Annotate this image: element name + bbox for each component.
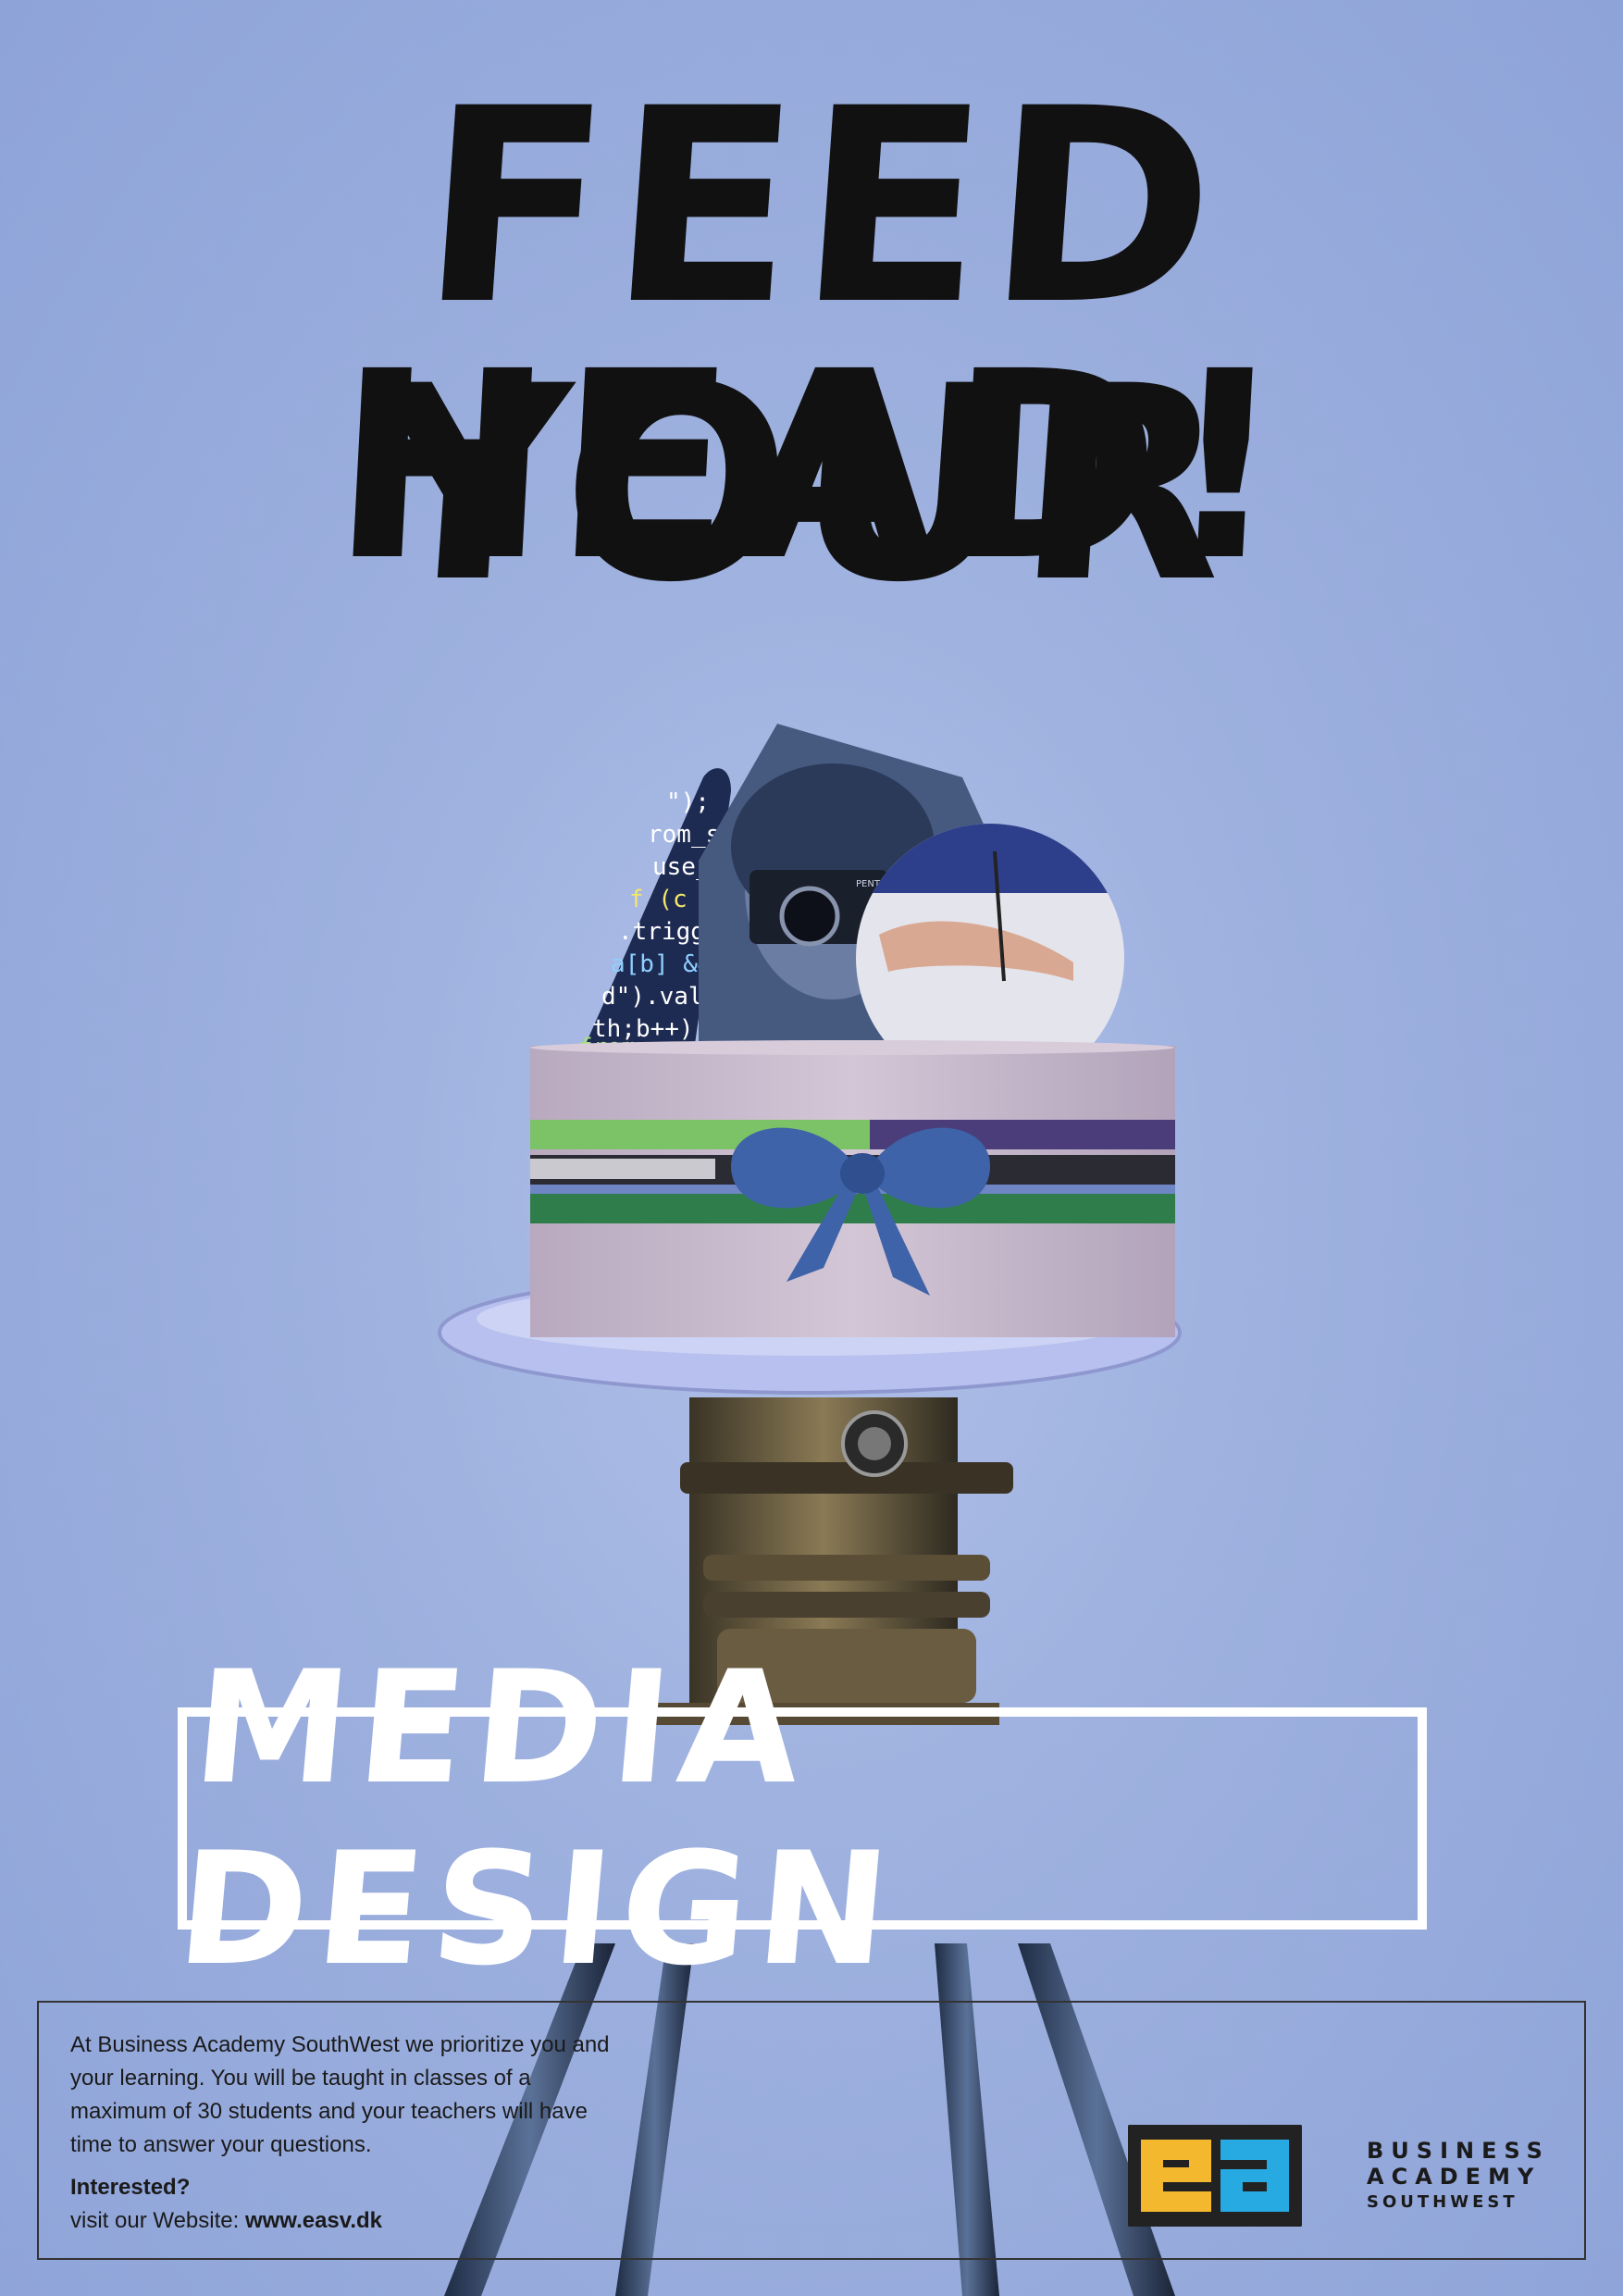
- brand-line-3: SOUTHWEST: [1367, 2192, 1518, 2212]
- info-body-line: maximum of 30 students and your teachers…: [70, 2099, 588, 2124]
- info-box: At Business Academy SouthWest we priorit…: [37, 2001, 1586, 2260]
- brand-name: BUSINESS ACADEMY SOUTHWEST: [1367, 2138, 1561, 2215]
- brand-line-1: BUSINESS: [1367, 2138, 1550, 2164]
- website-prefix: visit our Website:: [70, 2208, 245, 2233]
- cta-heading: Interested?: [70, 2175, 191, 2200]
- info-body-line: your learning. You will be taught in cla…: [70, 2066, 531, 2091]
- cake: [530, 1040, 1175, 1337]
- ea-logo-icon: ea: [1128, 2125, 1302, 2227]
- brand-line-2: ACADEMY: [1367, 2164, 1542, 2190]
- info-body-line: At Business Academy SouthWest we priorit…: [70, 2032, 610, 2057]
- info-body-line: time to answer your questions.: [70, 2132, 372, 2157]
- code-line: ");: [666, 788, 710, 816]
- website-link[interactable]: www.easv.dk: [245, 2208, 382, 2233]
- program-title: MEDIA DESIGN: [170, 1637, 906, 2000]
- info-text: At Business Academy SouthWest we priorit…: [70, 2029, 718, 2247]
- code-line: a[b] &&: [611, 950, 712, 978]
- program-title-box: MEDIA DESIGN: [171, 1637, 1427, 2000]
